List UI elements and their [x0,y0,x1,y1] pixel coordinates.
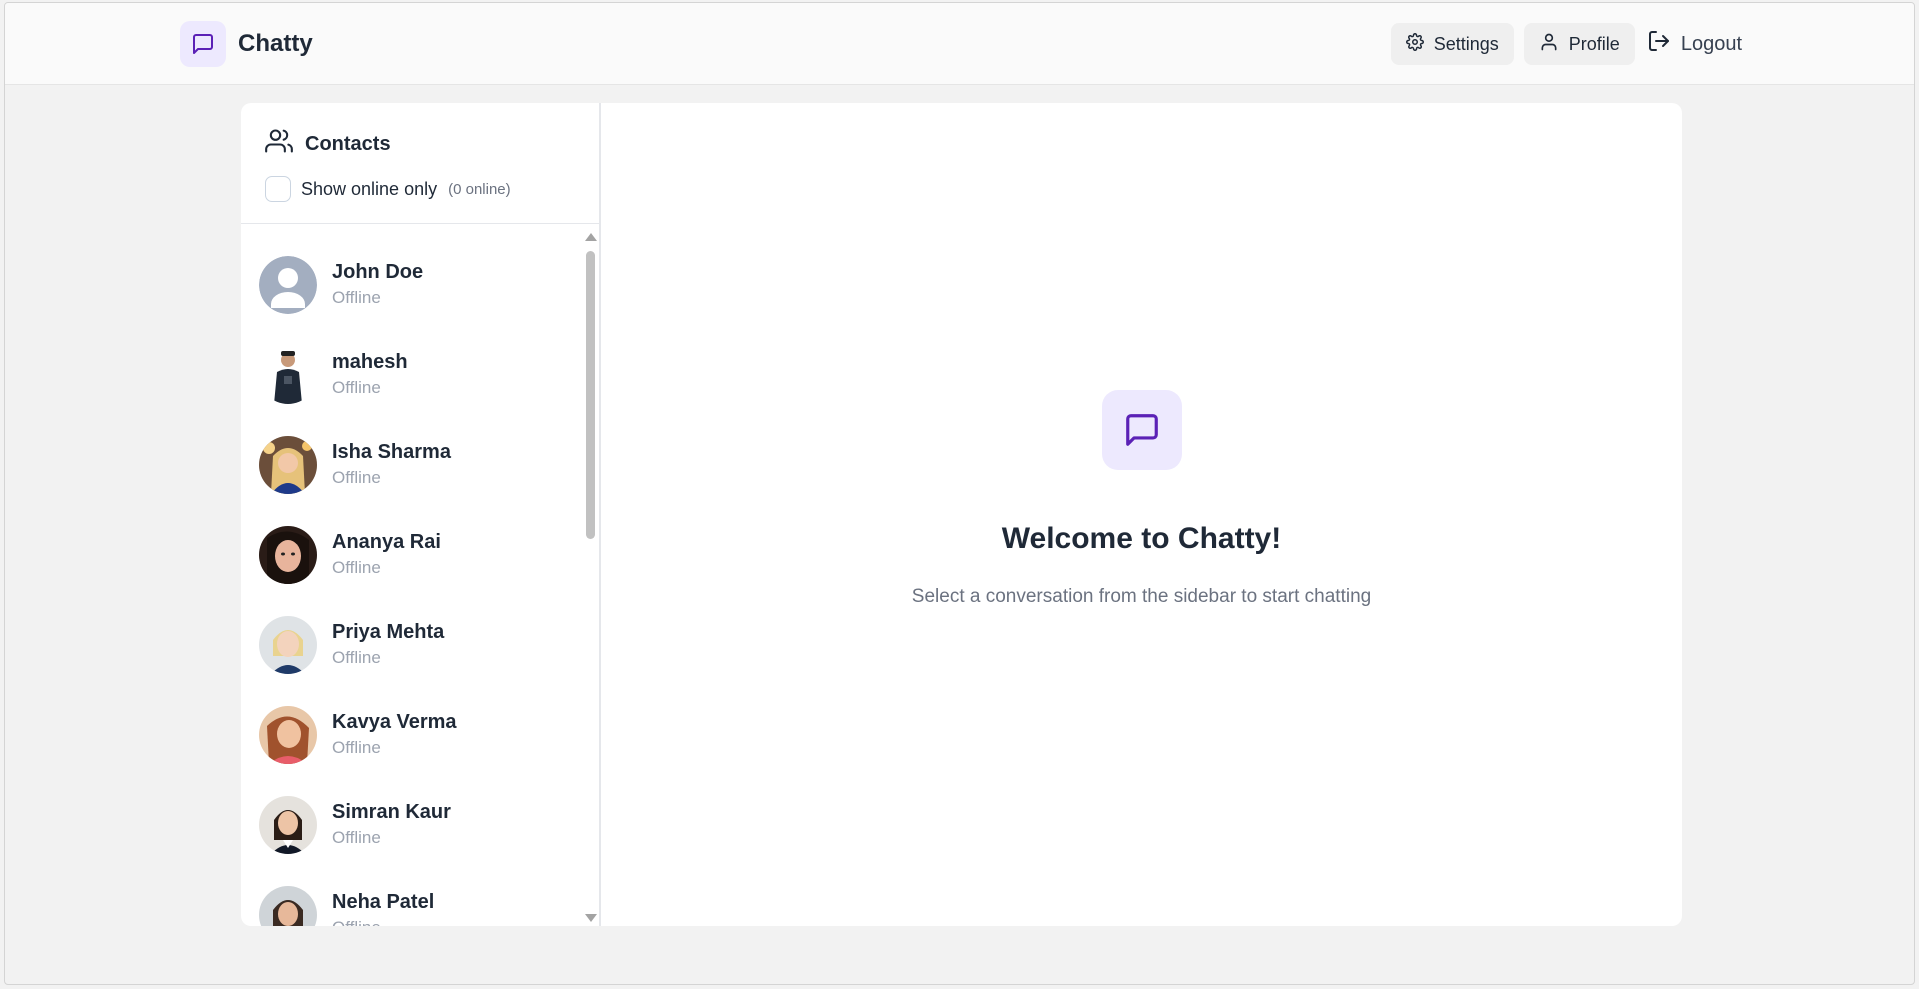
welcome-subtitle: Select a conversation from the sidebar t… [911,586,1372,607]
show-online-checkbox[interactable] [265,176,291,202]
scroll-up-arrow-icon[interactable] [585,233,597,241]
avatar [259,706,317,764]
scroll-down-arrow-icon[interactable] [585,914,597,922]
settings-button[interactable]: Settings [1390,23,1514,65]
contact-name: John Doe [332,261,424,283]
nav-actions: Settings Profile Logout [1390,23,1744,65]
avatar [259,346,317,404]
contacts-sidebar: Contacts Show online only (0 online) Joh… [241,103,601,926]
logout-label: Logout [1680,32,1742,55]
contact-name: Priya Mehta [332,621,445,643]
show-online-label[interactable]: Show online only [301,179,437,200]
avatar [259,616,317,674]
settings-label: Settings [1433,33,1499,54]
contact-item[interactable]: Kavya Verma Offline [241,690,585,780]
online-filter: Show online only (0 online) [265,176,599,202]
online-count: (0 online) [448,180,511,198]
chat-bubble-icon [180,21,226,67]
contacts-title: Contacts [305,132,391,155]
users-icon [265,127,293,161]
top-navbar: Chatty Settings Profile Logout [5,3,1914,85]
contact-list-scrollbar[interactable] [583,233,597,926]
contact-name: Neha Patel [332,891,435,913]
contact-status: Offline [332,738,381,757]
contact-item[interactable]: mahesh Offline [241,330,585,420]
contact-item[interactable]: Neha Patel Offline [241,870,585,926]
contact-status: Offline [332,288,381,307]
avatar [259,796,317,854]
contact-name: mahesh [332,351,408,373]
contact-name: Ananya Rai [332,531,441,553]
profile-label: Profile [1568,33,1620,54]
default-avatar-icon [259,256,317,314]
chat-container: Contacts Show online only (0 online) Joh… [241,103,1682,926]
app-window: Chatty Settings Profile Logout Contacts … [4,2,1915,985]
contact-name: Simran Kaur [332,801,451,823]
contact-list: John Doe Offline mahesh Offline Isha Sha… [241,225,585,926]
contact-item[interactable]: Simran Kaur Offline [241,780,585,870]
brand-name: Chatty [238,30,313,57]
contact-status: Offline [332,558,381,577]
contact-status: Offline [332,378,381,397]
scrollbar-thumb[interactable] [586,251,595,539]
user-icon [1539,32,1559,57]
welcome-title: Welcome to Chatty! [1001,522,1282,555]
contact-status: Offline [332,828,381,847]
contact-name: Kavya Verma [332,711,457,733]
contacts-heading: Contacts [265,127,599,161]
welcome-panel: Welcome to Chatty! Select a conversation… [601,103,1682,926]
contact-status: Offline [332,915,434,926]
gear-icon [1405,32,1424,56]
contact-name: Isha Sharma [332,441,451,463]
sidebar-header: Contacts Show online only (0 online) [241,103,599,224]
contact-item[interactable]: Ananya Rai Offline [241,510,585,600]
profile-button[interactable]: Profile [1523,23,1635,65]
contact-item[interactable]: John Doe Offline [241,240,585,330]
avatar [259,436,317,494]
logout-icon [1647,29,1671,59]
contact-status: Offline [332,648,381,667]
logout-button[interactable]: Logout [1645,23,1744,65]
contact-status: Offline [332,468,381,487]
brand-logo-link[interactable]: Chatty [180,21,313,67]
chat-bubble-icon [1101,390,1182,470]
avatar [259,526,317,584]
welcome-content: Welcome to Chatty! Select a conversation… [601,390,1682,608]
contact-item[interactable]: Priya Mehta Offline [241,600,585,690]
contact-item[interactable]: Isha Sharma Offline [241,420,585,510]
avatar [259,886,317,926]
